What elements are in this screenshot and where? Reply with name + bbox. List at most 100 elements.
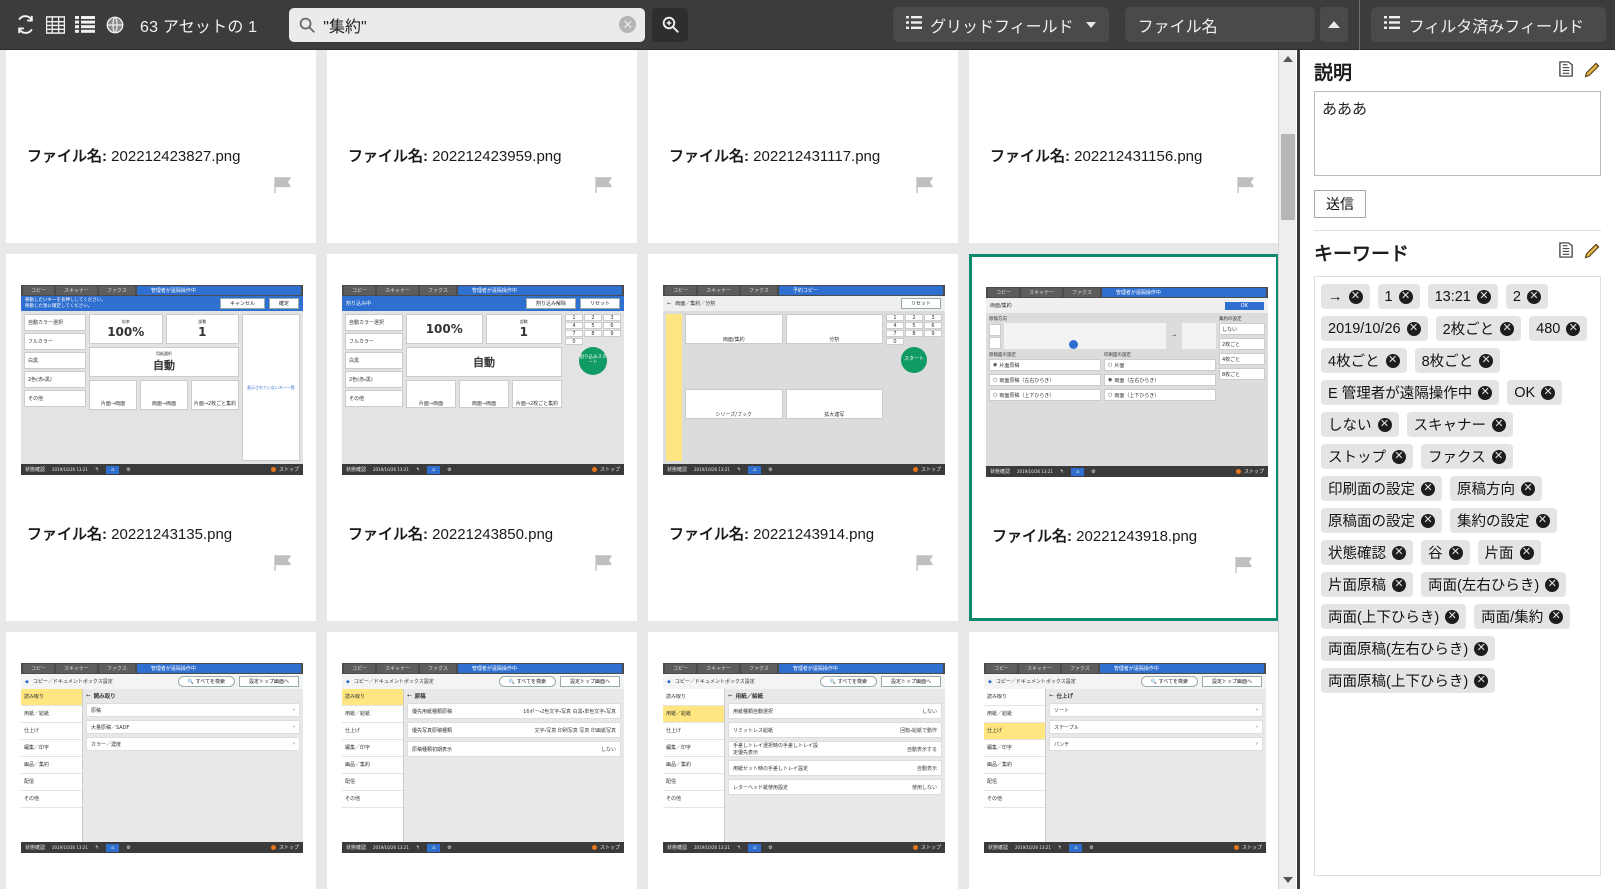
sort-field-select[interactable]: ファイル名 [1124,7,1315,42]
mfp-setting-row[interactable]: 優先写真原稿種類 文字・写真 印刷写真 写真 印画紙写真 [407,722,621,738]
mfp-keypad-key[interactable]: 9 [924,330,942,337]
mfp-settings-menu-item[interactable]: 仕上げ [663,723,724,740]
remove-tag-icon[interactable]: ✕ [1492,417,1506,432]
mfp-settings-menu-item[interactable]: 用紙／給紙 [984,706,1045,723]
back-arrow-icon[interactable]: ← [86,693,91,699]
mfp-copies[interactable]: 部数 1 [165,314,239,344]
remove-tag-icon[interactable]: ✕ [1406,321,1421,336]
remove-tag-icon[interactable]: ✕ [1526,289,1541,304]
keyword-tag[interactable]: 両面(上下ひらき) ✕ [1321,604,1467,629]
back-arrow-icon[interactable]: ← [728,693,733,699]
gear-icon[interactable]: ⚙ [768,467,772,473]
home-icon[interactable]: ⌂ [1069,843,1083,852]
mfp-tab[interactable]: ファクス [1062,664,1098,673]
mfp-tab[interactable]: スキャナー [377,286,419,295]
mfp-keypad-key[interactable]: 8 [905,330,923,337]
home-icon[interactable]: ⌂ [748,843,762,852]
mfp-keypad-key[interactable]: 4 [886,322,904,329]
mfp-radio-option[interactable]: ○ 両面原稿（上下ひらき） [989,389,1101,401]
mfp-setting-row[interactable]: 用紙セット時の手差しトレイ設定 自動表示 [728,760,942,776]
mfp-tab[interactable]: ファクス [99,286,135,295]
mfp-settings-menu-item[interactable]: その他 [342,791,403,808]
asset-card[interactable]: コピー スキャナー ファクス 管理者が遠隔操作中 ◆ コピー／ドキュメントボックス設定 🔍 … [648,632,958,889]
mfp-tab[interactable]: ファクス [1064,288,1100,297]
flag-icon[interactable] [1235,557,1254,578]
mfp-color-option[interactable]: フルカラー [24,333,86,350]
mfp-setting-row[interactable]: 用紙種類自動選択 しない [728,703,942,719]
flag-icon[interactable] [274,177,293,198]
keyword-tag[interactable]: 両面原稿(上下ひらき) ✕ [1321,668,1496,693]
mfp-settings-menu-item[interactable]: 画品／集約 [342,757,403,774]
mfp-keypad-key[interactable]: 0 [565,338,583,345]
mfp-keypad-key[interactable]: 2 [905,314,923,321]
remove-tag-icon[interactable]: ✕ [1377,417,1392,432]
asset-card[interactable]: コピー スキャナー ファクス 管理者が遠隔操作中 割り込み中 割り込み解除 リセット 自動カラ… [327,254,637,621]
mfp-duplex-option[interactable]: 片面→2枚ごと集約 [191,380,239,410]
stop-button[interactable]: ストップ [591,844,620,851]
remove-tag-icon[interactable]: ✕ [1519,545,1534,560]
mfp-tab[interactable]: スキャナー [1021,288,1063,297]
mfp-tab[interactable]: ファクス [741,664,777,673]
confirm-button[interactable]: 確定 [268,298,299,309]
flag-icon[interactable] [595,555,614,576]
mfp-section-option[interactable]: 両面/集約 [685,314,783,344]
asset-thumbnail[interactable]: コピー スキャナー ファクス 管理者が遠隔操作中 両面/集約 OK 原稿方向 → 原稿面の設定 ◉… [986,271,1268,493]
asset-thumbnail[interactable]: コピー スキャナー ファクス 予約コピー ← 両面／集約／分割 リセット 両面/集約 分割 シリー… [663,269,945,491]
stop-button[interactable]: ストップ [1233,844,1262,851]
asset-card[interactable]: コピー スキャナー ファクス 管理者が遠隔操作中 ◆ コピー／ドキュメントボックス設定 🔍 … [327,632,637,889]
mfp-settings-menu-item[interactable]: 配信 [21,774,82,791]
mfp-settings-menu-item[interactable]: その他 [663,791,724,808]
mfp-color-option[interactable]: その他 [24,390,86,407]
mfp-tab[interactable]: コピー [665,286,697,295]
keyword-tag[interactable]: 2 ✕ [1505,284,1548,309]
keyword-tag[interactable]: OK ✕ [1507,380,1563,405]
keyword-tag[interactable]: 片面 ✕ [1477,540,1541,565]
flag-icon[interactable] [274,555,293,576]
keyword-tag[interactable]: スキャナー ✕ [1406,412,1513,437]
book-icon[interactable] [1558,61,1575,82]
remove-tag-icon[interactable]: ✕ [1392,577,1406,592]
mfp-orientation-landscape[interactable] [989,336,1001,349]
mfp-settings-menu-item[interactable]: 読み取り [663,689,724,706]
reset-button[interactable]: リセット [900,298,941,309]
mfp-tab[interactable]: コピー [23,286,55,295]
back-arrow-icon[interactable]: ↰ [95,467,99,473]
mfp-setting-row[interactable]: 大量原稿／SADF › [86,720,300,734]
stop-button[interactable]: ストップ [270,844,299,851]
mfp-settings-menu-item[interactable]: 用紙／給紙 [21,706,82,723]
settings-top-button[interactable]: 設定トップ画面へ [238,676,299,687]
keyword-tag[interactable]: 1 ✕ [1377,284,1420,309]
back-arrow-icon[interactable]: ↰ [416,467,420,473]
mfp-settings-menu-item[interactable]: 用紙／給紙 [342,706,403,723]
asset-card[interactable]: コピースキャナーファクス管理者が遠隔操作中移動したいキーを長押ししてください。移… [648,50,958,243]
mfp-setting-row[interactable]: パンチ › [1049,737,1263,751]
mfp-setting-row[interactable]: 原稿 › [86,703,300,717]
mfp-setting-row[interactable]: 優先用紙種類原稿 16ポー・2色文字・写真 白黒・単色文字・写真 [407,703,621,719]
home-icon[interactable]: ⌂ [106,465,120,474]
remove-tag-icon[interactable]: ✕ [1541,385,1556,400]
mfp-color-option[interactable]: 白黒 [345,352,403,369]
mfp-orientation-portrait[interactable] [989,323,1001,336]
mfp-settings-menu-item[interactable]: その他 [984,791,1045,808]
mfp-color-option[interactable]: 自動カラー選択 [24,314,86,331]
gear-icon[interactable]: ⚙ [1089,845,1093,851]
flag-icon[interactable] [595,177,614,198]
keyword-tag[interactable]: 片面原稿 ✕ [1321,572,1413,597]
mfp-settings-menu-item[interactable]: 仕上げ [21,723,82,740]
remove-tag-icon[interactable]: ✕ [1398,289,1413,304]
back-arrow-icon[interactable]: ↰ [1058,845,1062,851]
mfp-keypad-key[interactable]: 4 [565,322,583,329]
back-arrow-icon[interactable]: ↰ [416,845,420,851]
asset-card[interactable]: コピースキャナーファクス管理者が遠隔操作中移動したいキーを長押ししてください。移… [327,50,637,243]
remove-tag-icon[interactable]: ✕ [1479,353,1494,368]
mfp-color-option[interactable]: 2色(赤・黒) [345,371,403,388]
asset-card[interactable]: コピー スキャナー ファクス 管理者が遠隔操作中 ◆ コピー／ドキュメントボックス設定 🔍 … [6,632,316,889]
gear-icon[interactable]: ⚙ [126,845,130,851]
asset-thumbnail[interactable]: コピー スキャナー ファクス 管理者が遠隔操作中 ◆ コピー／ドキュメントボックス設定 🔍 … [21,647,303,869]
settings-top-button[interactable]: 設定トップ画面へ [559,676,620,687]
asset-card[interactable]: コピースキャナーファクス管理者が遠隔操作中移動したいキーを長押ししてください。移… [6,254,316,621]
remove-tag-icon[interactable]: ✕ [1545,577,1560,592]
remove-tag-icon[interactable]: ✕ [1348,289,1363,304]
home-icon[interactable]: ⌂ [748,465,762,474]
mfp-tab[interactable]: ファクス [420,286,456,295]
